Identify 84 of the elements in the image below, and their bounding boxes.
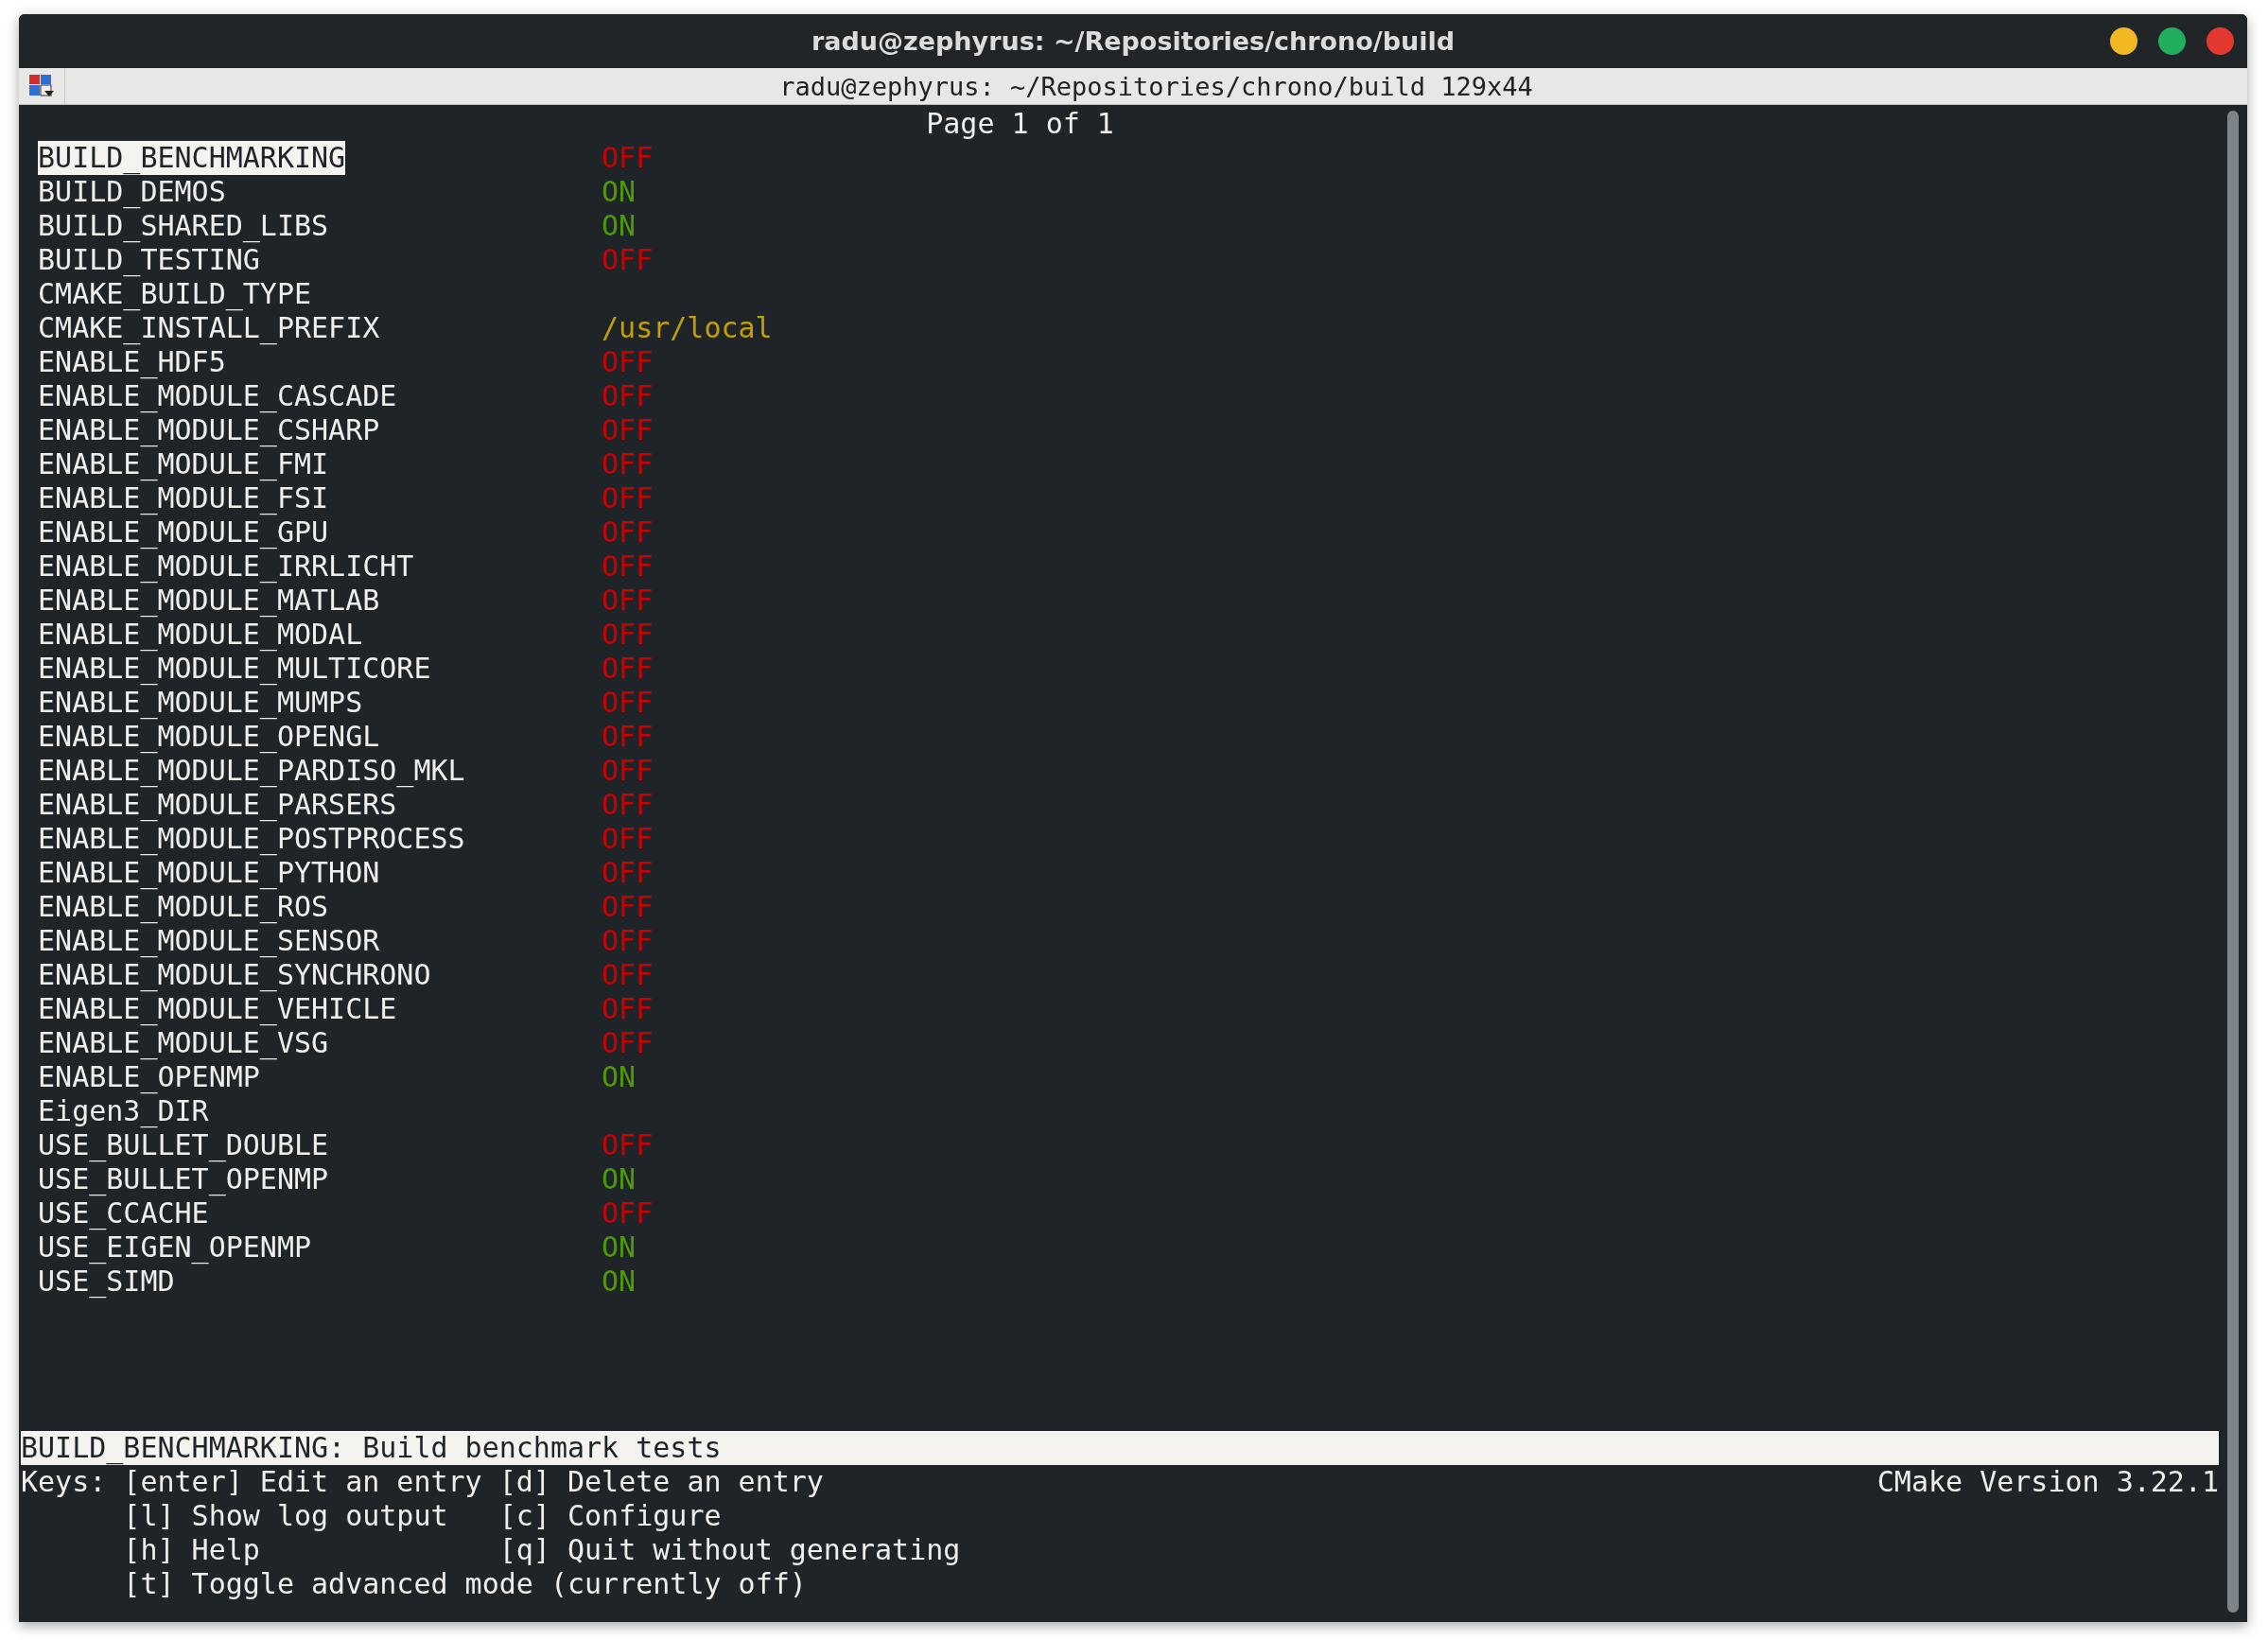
key-hint: [d] Delete an entry [498,1465,825,1499]
option-name[interactable]: BUILD_SHARED_LIBS [38,209,329,243]
option-value: OFF [602,481,654,515]
option-name[interactable]: ENABLE_MODULE_MULTICORE [38,652,431,686]
option-value: OFF [602,754,654,788]
option-name[interactable]: ENABLE_MODULE_FMI [38,447,329,481]
option-value: ON [602,1265,637,1299]
option-value: OFF [602,550,654,584]
option-name[interactable]: ENABLE_MODULE_CASCADE [38,379,397,413]
option-value: OFF [602,243,654,277]
option-value: /usr/local [602,311,773,345]
option-name[interactable]: CMAKE_BUILD_TYPE [38,277,312,311]
version-text: CMake Version 3.22.1 [1876,1465,2219,1500]
option-value: OFF [602,720,654,754]
option-name[interactable]: Eigen3_DIR [38,1094,209,1128]
option-value: ON [602,1230,637,1265]
option-name[interactable]: ENABLE_MODULE_CSHARP [38,413,380,447]
option-name[interactable]: ENABLE_HDF5 [38,345,226,379]
option-value: ON [602,209,637,243]
option-value: OFF [602,958,654,992]
terminal-menu-icon[interactable] [28,74,55,98]
option-name[interactable]: ENABLE_OPENMP [38,1060,260,1094]
page-indicator: Page 1 of 1 [925,107,1115,141]
option-name[interactable]: ENABLE_MODULE_MODAL [38,618,363,652]
key-hint: [h] Help [123,1533,261,1567]
description-bar: BUILD_BENCHMARKING: Build benchmark tests [21,1431,2219,1465]
option-name[interactable]: ENABLE_MODULE_MATLAB [38,584,380,618]
key-hint: [t] Toggle advanced mode (currently off) [123,1567,808,1601]
option-value: OFF [602,822,654,856]
option-name[interactable]: ENABLE_MODULE_MUMPS [38,686,363,720]
option-name[interactable]: BUILD_TESTING [38,243,260,277]
option-name[interactable]: CMAKE_INSTALL_PREFIX [38,311,380,345]
option-value: OFF [602,1026,654,1060]
key-hint: [q] Quit without generating [498,1533,961,1567]
option-value: OFF [602,890,654,924]
option-value: OFF [602,141,654,175]
option-value: OFF [602,686,654,720]
option-name[interactable]: ENABLE_MODULE_FSI [38,481,329,515]
option-value: OFF [602,788,654,822]
option-name[interactable]: ENABLE_MODULE_POSTPROCESS [38,822,465,856]
option-value: OFF [602,515,654,550]
option-name[interactable]: BUILD_BENCHMARKING [38,141,346,175]
option-name[interactable]: ENABLE_MODULE_GPU [38,515,329,550]
option-value: OFF [602,856,654,890]
option-name[interactable]: ENABLE_MODULE_SYNCHRONO [38,958,431,992]
scrollbar[interactable] [2227,111,2239,1613]
option-value: ON [602,175,637,209]
option-name[interactable]: ENABLE_MODULE_OPENGL [38,720,380,754]
option-name[interactable]: ENABLE_MODULE_PYTHON [38,856,380,890]
option-name[interactable]: USE_EIGEN_OPENMP [38,1230,312,1265]
option-value: ON [602,1162,637,1196]
minimize-button[interactable] [2110,27,2137,55]
option-name[interactable]: BUILD_DEMOS [38,175,226,209]
option-name[interactable]: USE_BULLET_DOUBLE [38,1128,329,1162]
option-name[interactable]: USE_BULLET_OPENMP [38,1162,329,1196]
option-value: OFF [602,992,654,1026]
option-value: OFF [602,618,654,652]
option-name[interactable]: ENABLE_MODULE_IRRLICHT [38,550,414,584]
option-value: OFF [602,345,654,379]
option-name[interactable]: USE_CCACHE [38,1196,209,1230]
window-title: radu@zephyrus: ~/Repositories/chrono/build [811,26,1456,56]
option-value: OFF [602,413,654,447]
maximize-button[interactable] [2158,27,2186,55]
option-name[interactable]: ENABLE_MODULE_VSG [38,1026,329,1060]
option-value: OFF [602,584,654,618]
option-value: ON [602,1060,637,1094]
key-hint: [l] Show log output [123,1499,449,1533]
option-name[interactable]: USE_SIMD [38,1265,175,1299]
key-hint: [enter] Edit an entry [123,1465,483,1499]
option-value: OFF [602,652,654,686]
option-name[interactable]: ENABLE_MODULE_PARDISO_MKL [38,754,465,788]
option-name[interactable]: ENABLE_MODULE_PARSERS [38,788,397,822]
key-hint: [c] Configure [498,1499,723,1533]
option-value: OFF [602,379,654,413]
option-name[interactable]: ENABLE_MODULE_VEHICLE [38,992,397,1026]
option-name[interactable]: ENABLE_MODULE_SENSOR [38,924,380,958]
option-value: OFF [602,447,654,481]
keys-label: Keys: [21,1465,108,1500]
option-value: OFF [602,1128,654,1162]
option-name[interactable]: ENABLE_MODULE_ROS [38,890,329,924]
option-value: OFF [602,924,654,958]
close-button[interactable] [2207,27,2234,55]
option-value: OFF [602,1196,654,1230]
tab-title: radu@zephyrus: ~/Repositories/chrono/build 129x44 [778,71,1534,101]
